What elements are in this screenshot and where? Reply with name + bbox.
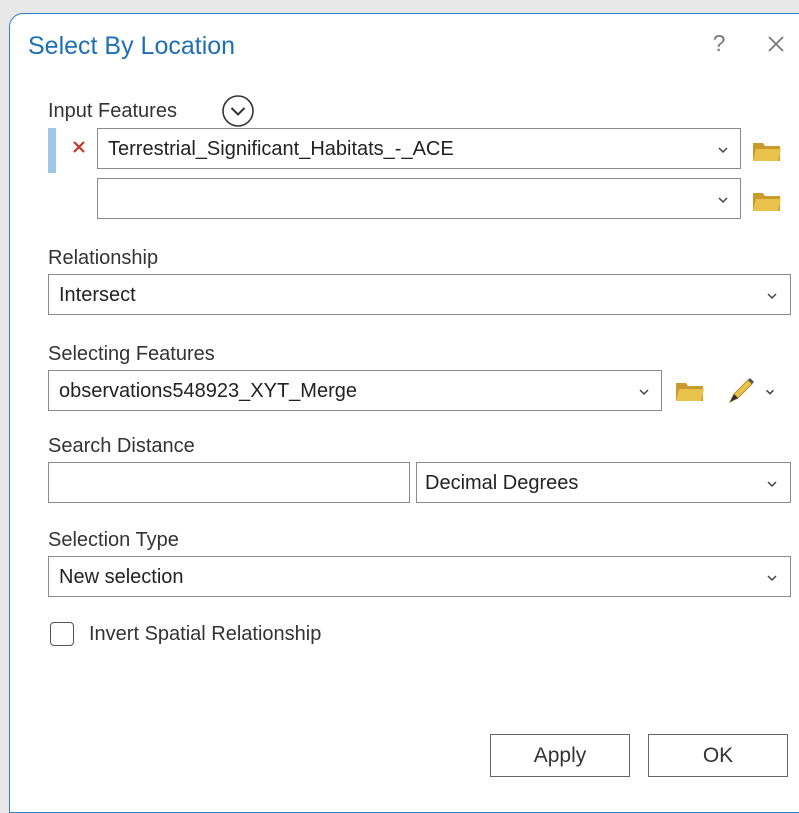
folder-icon [753,143,781,161]
distance-unit-select[interactable]: Decimal Degrees [416,462,791,503]
close-icon [768,36,784,52]
selecting-features-label: Selecting Features [48,343,215,365]
search-distance-label: Search Distance [48,435,195,457]
help-button[interactable]: ? [707,28,731,58]
browse-input-features-button-2[interactable] [752,189,782,213]
dialog-title: Select By Location [28,32,236,60]
invert-spatial-relationship-label: Invert Spatial Relationship [89,623,322,645]
browse-selecting-features-button[interactable] [675,379,705,403]
browse-input-features-button-1[interactable] [752,139,782,163]
close-button[interactable] [762,30,790,58]
search-distance-input[interactable] [48,462,410,503]
folder-icon [753,193,781,211]
input-features-select-1[interactable]: Terrestrial_Significant_Habitats_-_ACE [97,128,741,169]
select-by-location-dialog: Select By Location ? Input Features Terr… [9,13,799,813]
selection-type-select[interactable]: New selection [48,556,791,597]
selection-type-label: Selection Type [48,529,179,551]
selected-row-indicator [48,128,56,173]
folder-icon [676,383,704,401]
selecting-features-value: observations548923_XYT_Merge [59,380,357,402]
selection-type-value: New selection [59,566,184,588]
apply-button[interactable]: Apply [490,734,630,777]
relationship-label: Relationship [48,247,159,269]
chevron-down-icon [767,293,777,300]
chevron-down-circle-icon [222,95,254,127]
pencil-icon [728,378,754,404]
chevron-down-icon [766,389,774,395]
chevron-down-icon [718,147,728,154]
relationship-value: Intersect [59,284,136,306]
remove-input-row-button[interactable] [71,139,87,155]
relationship-select[interactable]: Intersect [48,274,791,315]
draw-selecting-features-button[interactable] [722,374,780,408]
chevron-down-icon [767,575,777,582]
distance-unit-value: Decimal Degrees [425,472,579,494]
ok-button[interactable]: OK [648,734,788,777]
invert-spatial-relationship-checkbox[interactable] [50,622,74,646]
selecting-features-select[interactable]: observations548923_XYT_Merge [48,370,662,411]
chevron-down-icon [718,197,728,204]
input-features-label: Input Features [48,100,177,122]
chevron-down-icon [639,389,649,396]
close-icon [73,141,85,153]
expand-input-features-button[interactable] [221,94,255,128]
chevron-down-icon [767,481,777,488]
input-features-select-2[interactable] [97,178,741,219]
input-features-value-1: Terrestrial_Significant_Habitats_-_ACE [108,138,454,160]
